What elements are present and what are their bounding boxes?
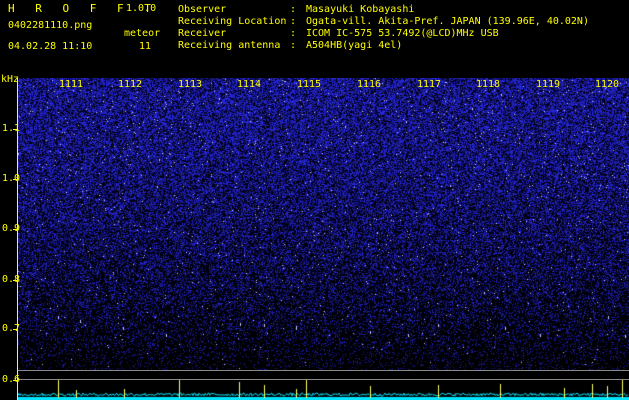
y-tick-mark: [13, 129, 18, 130]
x-tick-label: 1112: [118, 79, 143, 90]
y-tick-mark: [13, 179, 18, 180]
observer-value: Masayuki Kobayashi: [306, 4, 415, 15]
x-tick-label: 1118: [476, 79, 501, 90]
spectrogram-canvas: [18, 78, 629, 370]
file-name: 0402281110.png: [8, 20, 93, 31]
location-value: Ogata-vill. Akita-Pref. JAPAN (139.96E, …: [306, 16, 589, 27]
x-tick-label: 1116: [357, 79, 382, 90]
x-tick-label: 1117: [417, 79, 442, 90]
receiver-key: Receiver: [178, 28, 227, 39]
antenna-key: Receiving antenna: [178, 40, 281, 51]
colon: :: [290, 4, 297, 15]
y-tick-mark: [13, 380, 18, 381]
y-tick-mark: [13, 329, 18, 330]
receiver-value: ICOM IC-575 53.7492(@LCD)MHz USB: [306, 28, 499, 39]
y-tick-mark: [13, 229, 18, 230]
location-key: Receiving Location: [178, 16, 287, 27]
signal-strength-trace: [18, 371, 629, 400]
separator-line-upper: [18, 370, 629, 371]
observer-key: Observer: [178, 4, 227, 15]
datetime: 04.02.28 11:10: [8, 41, 93, 52]
x-tick-label: 1113: [178, 79, 203, 90]
colon: :: [290, 16, 297, 27]
y-tick-mark: [13, 280, 18, 281]
meteor-label: meteor: [124, 28, 161, 39]
x-tick-label: 1120: [595, 79, 620, 90]
colon: :: [290, 40, 297, 51]
meteor-count: 11: [139, 41, 152, 52]
colon: :: [290, 28, 297, 39]
y-axis-unit: kHz: [1, 74, 20, 85]
antenna-value: A504HB(yagi 4el): [306, 40, 403, 51]
app-version: 1.0.0: [126, 3, 157, 14]
x-tick-label: 1114: [237, 79, 262, 90]
separator-line-lower: [18, 379, 629, 380]
header-panel: H R O F F T 1.0.0 0402281110.png meteor …: [0, 0, 629, 78]
x-tick-label: 1119: [536, 79, 561, 90]
x-tick-label: 1111: [59, 79, 84, 90]
x-tick-label: 1115: [297, 79, 322, 90]
